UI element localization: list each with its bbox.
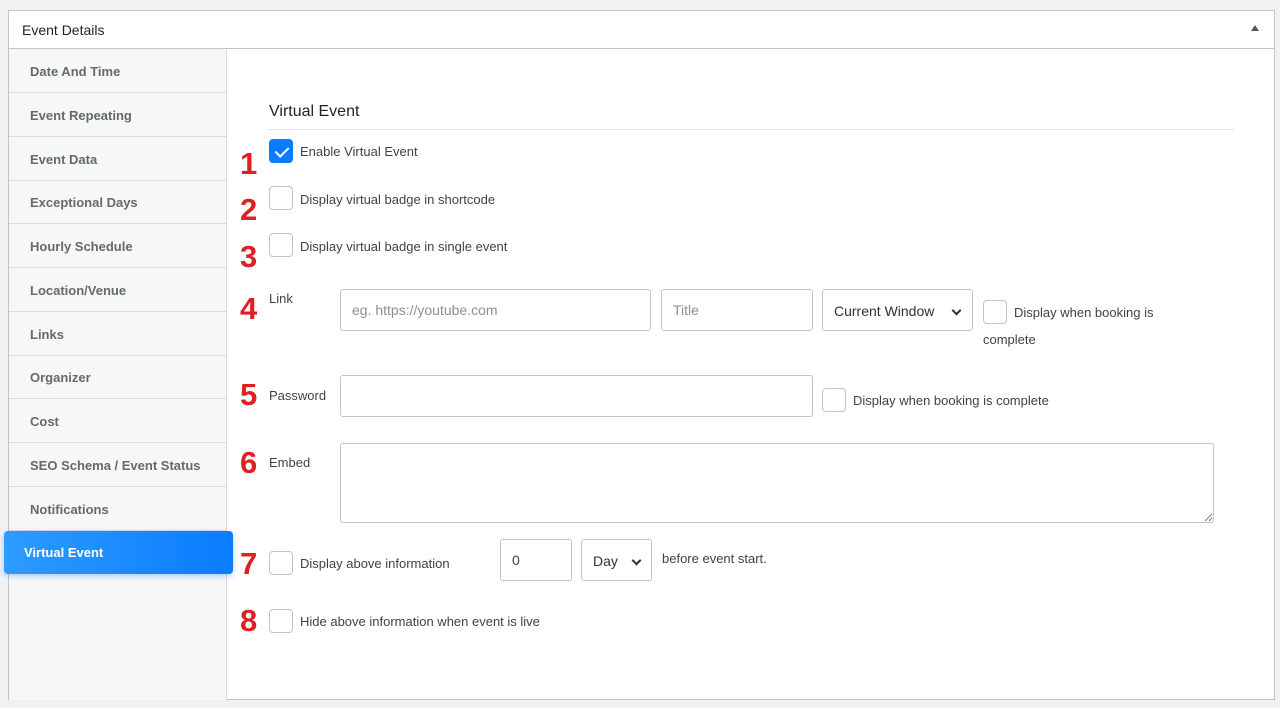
- sidebar-item-virtual-event[interactable]: Virtual Event: [4, 531, 233, 574]
- collapse-toggle-icon[interactable]: [1251, 25, 1259, 31]
- chevron-down-icon: [631, 555, 642, 566]
- display-above-amount-input[interactable]: [500, 539, 572, 581]
- sidebar-item-notifications[interactable]: Notifications: [9, 487, 227, 531]
- marker-6: 6: [240, 445, 258, 480]
- embed-label: Embed: [269, 455, 311, 470]
- display-above-unit-select[interactable]: Day: [581, 539, 652, 581]
- badge-shortcode-checkbox[interactable]: [269, 186, 293, 210]
- password-input[interactable]: [340, 375, 813, 417]
- sidebar: Date And Time Event Repeating Event Data…: [4, 49, 233, 700]
- section-title: Virtual Event: [269, 103, 360, 120]
- panel-title: Event Details: [22, 22, 105, 38]
- section-divider: [269, 129, 1234, 130]
- marker-7: 7: [240, 546, 258, 581]
- enable-virtual-event-checkbox[interactable]: [269, 139, 293, 163]
- link-booking-checkbox[interactable]: [983, 300, 1007, 324]
- display-above-label: Display above information: [300, 556, 450, 571]
- badge-single-checkbox[interactable]: [269, 233, 293, 257]
- sidebar-item-event-data[interactable]: Event Data: [9, 137, 227, 181]
- embed-textarea[interactable]: [340, 443, 1214, 523]
- display-above-unit-value: Day: [593, 553, 618, 569]
- marker-5: 5: [240, 377, 258, 412]
- virtual-event-content: Virtual Event 1 Enable Virtual Event 2 D…: [228, 49, 1275, 700]
- panel-header: Event Details: [9, 11, 1274, 49]
- sidebar-item-location-venue[interactable]: Location/Venue: [9, 268, 227, 312]
- sidebar-item-organizer[interactable]: Organizer: [9, 355, 227, 399]
- badge-shortcode-label: Display virtual badge in shortcode: [300, 192, 496, 207]
- marker-2: 2: [240, 192, 258, 227]
- enable-virtual-event-label: Enable Virtual Event: [300, 144, 418, 159]
- password-label: Password: [269, 388, 327, 403]
- sidebar-item-links[interactable]: Links: [9, 312, 227, 356]
- event-details-panel: Event Details Date And Time Event Repeat…: [4, 10, 1275, 700]
- password-booking-checkbox[interactable]: [822, 388, 846, 412]
- link-booking-label-line1: Display when booking is: [1014, 305, 1154, 320]
- link-booking-label-line2: complete: [983, 332, 1036, 347]
- marker-8: 8: [240, 603, 258, 638]
- link-url-input[interactable]: [340, 289, 651, 331]
- password-booking-label: Display when booking is complete: [853, 393, 1049, 408]
- marker-3: 3: [240, 239, 258, 274]
- sidebar-item-seo-schema[interactable]: SEO Schema / Event Status: [9, 443, 227, 487]
- sidebar-item-event-repeating[interactable]: Event Repeating: [9, 93, 227, 137]
- marker-4: 4: [240, 291, 258, 326]
- hide-live-checkbox[interactable]: [269, 609, 293, 633]
- link-target-select[interactable]: Current Window: [822, 289, 973, 331]
- sidebar-item-cost[interactable]: Cost: [9, 399, 227, 443]
- display-above-checkbox[interactable]: [269, 551, 293, 575]
- badge-single-label: Display virtual badge in single event: [300, 239, 508, 254]
- link-target-value: Current Window: [834, 303, 935, 319]
- hide-live-label: Hide above information when event is liv…: [300, 614, 540, 629]
- sidebar-item-hourly-schedule[interactable]: Hourly Schedule: [9, 224, 227, 268]
- marker-1: 1: [240, 146, 258, 181]
- sidebar-item-exceptional-days[interactable]: Exceptional Days: [9, 180, 227, 224]
- link-title-input[interactable]: [661, 289, 813, 331]
- sidebar-item-date-and-time[interactable]: Date And Time: [9, 49, 227, 93]
- chevron-down-icon: [951, 305, 962, 316]
- display-above-suffix: before event start.: [662, 551, 767, 566]
- link-label: Link: [269, 291, 293, 306]
